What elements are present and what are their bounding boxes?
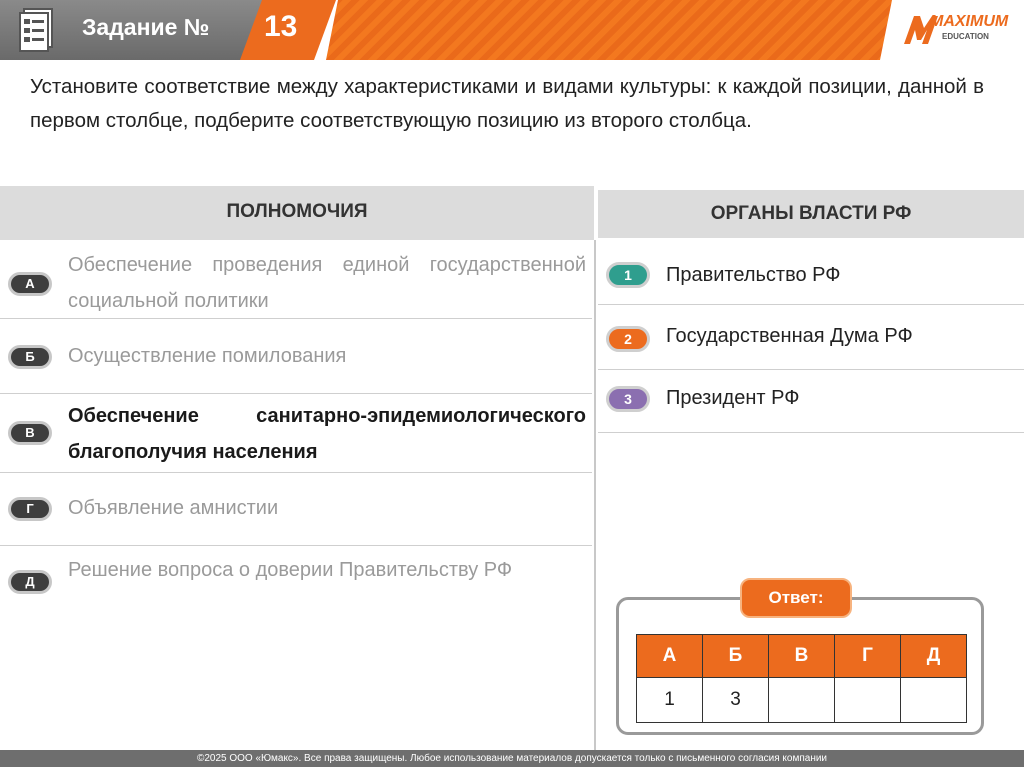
option-row-2: 2 Государственная Дума РФ	[598, 305, 1024, 370]
column-divider	[594, 240, 596, 750]
task-title: Задание №	[82, 14, 210, 40]
option-text: Государственная Дума РФ	[666, 325, 913, 347]
option-text: Правительство РФ	[666, 264, 841, 286]
answer-letter-cell: В	[768, 634, 835, 678]
question-text: Установите соответствие между характерис…	[30, 75, 984, 132]
match-row-a: А Обеспечение проведения единой государс…	[0, 240, 592, 319]
option-text: Президент РФ	[666, 387, 800, 409]
answer-table: А Б В Г Д 1 3	[636, 634, 967, 723]
header-title-bar: Задание №	[0, 0, 262, 60]
row-text: Объявление амнистии	[68, 497, 279, 519]
right-column-header: ОРГАНЫ ВЛАСТИ РФ	[598, 190, 1024, 238]
answer-label: Ответ:	[740, 578, 852, 618]
number-badge: 3	[606, 386, 650, 412]
answer-letter-cell: Б	[702, 634, 769, 678]
footer-copyright: ©2025 ООО «Юмакс». Все права защищены. Л…	[0, 750, 1024, 767]
document-icon	[19, 8, 53, 52]
task-number-text: 13	[264, 10, 298, 43]
row-text: Решение вопроса о доверии Правительству …	[68, 559, 513, 581]
answer-letter-cell: Г	[834, 634, 901, 678]
row-text: Обеспечение проведения единой государств…	[68, 254, 586, 312]
logo-text: MAXIMUM	[930, 13, 1009, 30]
logo-subtext: EDUCATION	[942, 32, 989, 41]
row-text: Осуществление помилования	[68, 345, 347, 367]
answer-letter-cell: Д	[900, 634, 967, 678]
letter-badge: Б	[8, 345, 52, 369]
answer-header-row: А Б В Г Д	[636, 634, 967, 678]
option-row-3: 3 Президент РФ	[598, 370, 1024, 433]
answer-value-cell[interactable]	[768, 677, 835, 723]
letter-badge: А	[8, 272, 52, 296]
match-row-g: Г Объявление амнистии	[0, 473, 592, 546]
letter-badge: Д	[8, 570, 52, 594]
option-row-1: 1 Правительство РФ	[598, 240, 1024, 305]
answer-value-cell[interactable]	[834, 677, 901, 723]
number-badge: 1	[606, 262, 650, 288]
row-text: Обеспечение санитарно-эпидемиологическог…	[68, 405, 586, 463]
answer-value-row: 1 3	[636, 677, 967, 723]
match-row-d: Д Решение вопроса о доверии Правительств…	[0, 546, 592, 626]
letter-badge: В	[8, 421, 52, 445]
answer-letter-cell: А	[636, 634, 703, 678]
header-stripe	[326, 0, 892, 60]
answer-value-cell[interactable]	[900, 677, 967, 723]
header: Задание № 13 MAXIMUM EDUCATION	[0, 0, 1024, 60]
answer-value-cell[interactable]: 1	[636, 677, 703, 723]
number-badge: 2	[606, 326, 650, 352]
match-row-b: Б Осуществление помилования	[0, 319, 592, 394]
match-row-v: В Обеспечение санитарно-эпидемиологическ…	[0, 394, 592, 473]
answer-value-cell[interactable]: 3	[702, 677, 769, 723]
letter-badge: Г	[8, 497, 52, 521]
left-column-header: ПОЛНОМОЧИЯ	[0, 186, 594, 240]
